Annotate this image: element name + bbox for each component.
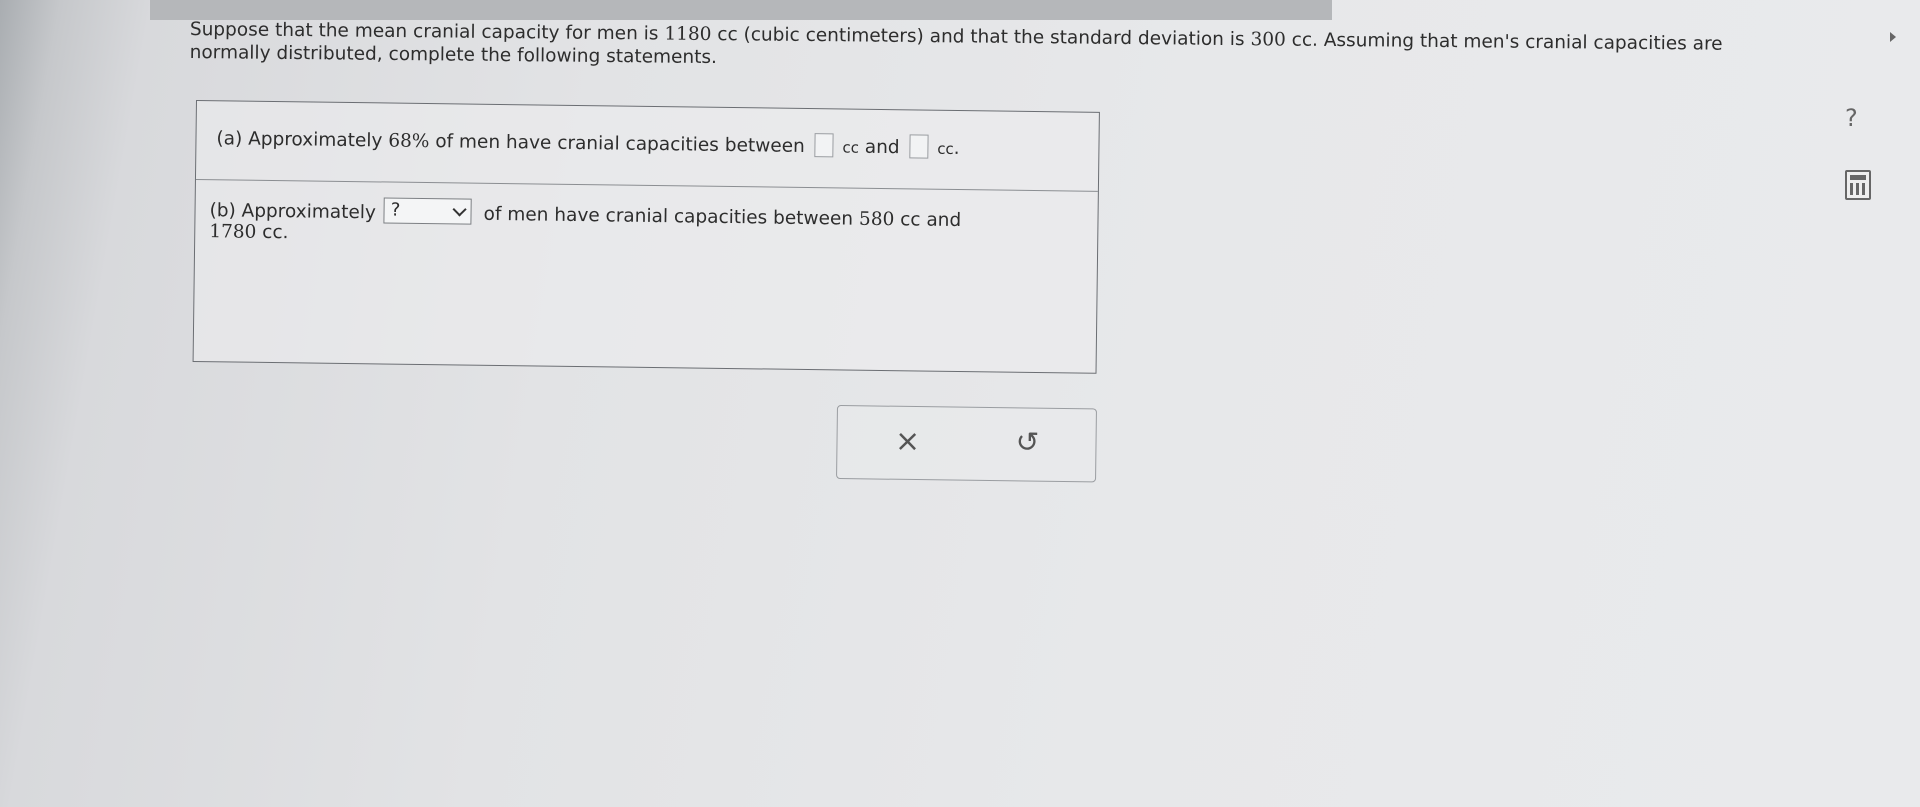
upper-bound-input[interactable] — [909, 134, 929, 159]
help-icon[interactable]: ? — [1845, 104, 1858, 132]
undo-button[interactable]: ↺ — [1007, 422, 1048, 463]
part-b-prefix: (b) Approximately — [209, 200, 382, 224]
part-a: (a) Approximately 68% of men have crania… — [195, 101, 1099, 192]
unit-label: cc — [837, 138, 860, 157]
period: . — [953, 137, 960, 159]
answer-panel: (a) Approximately 68% of men have crania… — [192, 100, 1100, 374]
question-text: Suppose that the mean cranial capacity f… — [189, 18, 1723, 69]
unit-label: cc — [932, 139, 954, 158]
part-a-percent: 68% — [388, 130, 430, 153]
part-b-low: 580 — [858, 208, 895, 231]
calculator-keys — [1850, 183, 1866, 195]
part-b-text: of men have cranial capacities between — [477, 203, 860, 230]
clear-button[interactable]: × — [887, 422, 928, 463]
part-b-end: cc. — [256, 221, 289, 244]
calculator-icon[interactable] — [1845, 170, 1871, 200]
part-a-prefix: (a) Approximately — [216, 128, 389, 152]
dropdown-value: ? — [390, 199, 401, 221]
part-a-text: of men have cranial capacities between — [429, 131, 811, 158]
part-b-high: 1780 — [209, 221, 257, 243]
part-b-text-2: cc and — [894, 209, 962, 232]
percent-dropdown[interactable]: ? — [383, 197, 472, 225]
chevron-down-icon — [452, 202, 467, 217]
top-bar — [150, 0, 1332, 20]
scroll-arrow-icon[interactable] — [1890, 32, 1896, 42]
calculator-screen — [1850, 175, 1866, 180]
action-buttons: × ↺ — [836, 405, 1097, 483]
lower-bound-input[interactable] — [814, 133, 834, 158]
and-label: and — [858, 136, 906, 159]
